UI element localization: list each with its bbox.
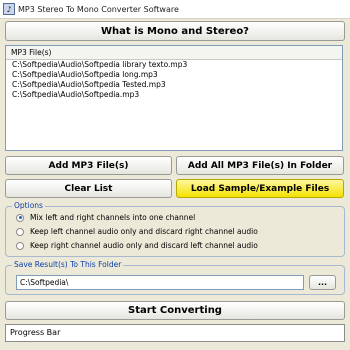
mp3-file-list[interactable]: MP3 File(s) C:\Softpedia\Audio\Softpedia… xyxy=(5,45,343,151)
progress-bar: Progress Bar xyxy=(5,324,345,342)
option-label: Keep left channel audio only and discard… xyxy=(30,227,258,236)
list-item[interactable]: C:\Softpedia\Audio\Softpedia.mp3 xyxy=(6,90,342,100)
radio-button-selected[interactable] xyxy=(16,213,24,222)
list-item[interactable]: C:\Softpedia\Audio\Softpedia Tested.mp3 xyxy=(6,80,342,90)
option-keep-right[interactable]: Keep right channel audio only and discar… xyxy=(16,241,258,250)
list-header: MP3 File(s) xyxy=(6,46,342,60)
save-folder-group: Save Result(s) To This Folder C:\Softped… xyxy=(5,260,345,295)
browse-folder-button[interactable]: ... xyxy=(309,275,336,290)
radio-button[interactable] xyxy=(16,227,24,236)
title-bar: ♪ MP3 Stereo To Mono Converter Software xyxy=(0,0,350,19)
load-sample-files-button[interactable]: Load Sample/Example Files xyxy=(176,179,344,198)
options-group: Options Mix left and right channels into… xyxy=(5,201,345,257)
options-title: Options xyxy=(12,201,45,210)
add-mp3-files-button[interactable]: Add MP3 File(s) xyxy=(5,156,172,175)
list-item[interactable]: C:\Softpedia\Audio\Softpedia library tex… xyxy=(6,60,342,70)
add-folder-button[interactable]: Add All MP3 File(s) In Folder xyxy=(176,156,344,175)
option-keep-left[interactable]: Keep left channel audio only and discard… xyxy=(16,227,258,236)
radio-button[interactable] xyxy=(16,241,24,250)
list-item[interactable]: C:\Softpedia\Audio\Softpedia long.mp3 xyxy=(6,70,342,80)
save-folder-title: Save Result(s) To This Folder xyxy=(12,260,124,269)
option-label: Mix left and right channels into one cha… xyxy=(30,213,196,222)
window-title: MP3 Stereo To Mono Converter Software xyxy=(18,4,179,14)
option-label: Keep right channel audio only and discar… xyxy=(30,241,258,250)
output-folder-input[interactable]: C:\Softpedia\ xyxy=(16,275,304,290)
music-app-icon: ♪ xyxy=(3,3,15,15)
clear-list-button[interactable]: Clear List xyxy=(5,179,172,198)
what-is-mono-stereo-button[interactable]: What is Mono and Stereo? xyxy=(5,21,345,41)
option-mix-channels[interactable]: Mix left and right channels into one cha… xyxy=(16,213,195,222)
app-window: ♪ MP3 Stereo To Mono Converter Software … xyxy=(0,0,350,350)
start-converting-button[interactable]: Start Converting xyxy=(5,301,345,320)
